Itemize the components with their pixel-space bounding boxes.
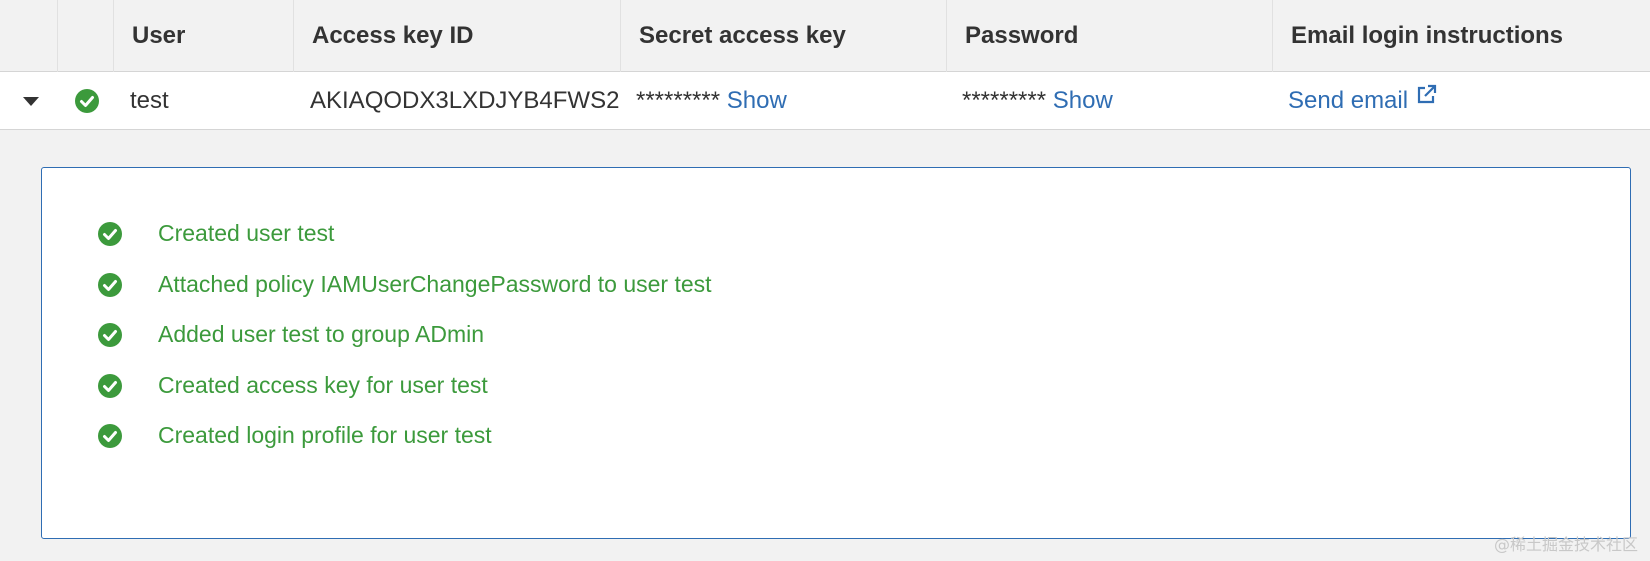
caret-down-icon[interactable] — [23, 97, 39, 106]
check-circle-icon — [98, 424, 122, 448]
secret-mask: ********* — [636, 87, 721, 114]
table-header: User Access key ID Secret access key Pas… — [0, 0, 1650, 72]
result-message-text: Created login profile for user test — [158, 422, 492, 448]
show-password-link[interactable]: Show — [1053, 87, 1113, 114]
check-circle-icon — [98, 222, 122, 246]
row-user: test — [130, 87, 169, 114]
check-circle-icon — [98, 323, 122, 347]
check-circle-icon — [98, 374, 122, 398]
external-link-icon — [1414, 71, 1438, 129]
result-message-text: Attached policy IAMUserChangePassword to… — [158, 271, 712, 297]
header-email-login[interactable]: Email login instructions — [1272, 0, 1650, 72]
send-email-label: Send email — [1288, 87, 1409, 114]
row-access-key-id: AKIAQODX3LXDJYB4FWS2 — [310, 87, 620, 114]
header-expand-col — [0, 0, 57, 72]
send-email-link[interactable]: Send email — [1288, 84, 1438, 114]
header-secret-access-key[interactable]: Secret access key — [620, 0, 946, 72]
password-mask: ********* — [962, 87, 1047, 114]
row-password: ********* Show — [962, 72, 1113, 130]
results-panel: Created user test Attached policy IAMUse… — [41, 167, 1631, 539]
watermark: @稀土掘金技术社区 — [1493, 535, 1638, 554]
result-message-text: Added user test to group ADmin — [158, 321, 485, 347]
show-secret-link[interactable]: Show — [727, 87, 787, 114]
result-message-text: Created user test — [158, 220, 335, 246]
header-user[interactable]: User — [113, 0, 293, 72]
row-email-login: Send email — [1288, 72, 1438, 130]
table-row: test AKIAQODX3LXDJYB4FWS2 ********* Show… — [0, 72, 1650, 130]
header-access-key-id[interactable]: Access key ID — [293, 0, 620, 72]
header-status-col — [57, 0, 113, 72]
header-password[interactable]: Password — [946, 0, 1272, 72]
row-secret-access-key: ********* Show — [636, 72, 787, 130]
check-circle-icon — [75, 89, 99, 113]
row-status — [75, 89, 99, 113]
check-circle-icon — [98, 273, 122, 297]
result-message-text: Created access key for user test — [158, 372, 488, 398]
